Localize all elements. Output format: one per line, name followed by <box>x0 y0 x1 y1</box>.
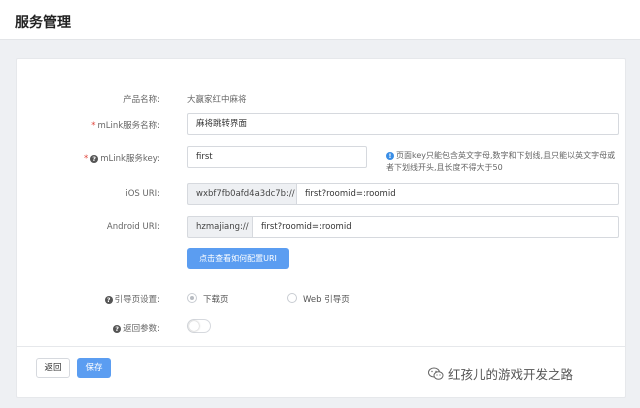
save-button[interactable]: 保存 <box>77 358 111 378</box>
toggle-knob <box>189 321 199 331</box>
radio-web-guide-page-label: Web 引导页 <box>303 295 350 305</box>
footer-divider <box>17 346 625 347</box>
product-name-label: 产品名称: <box>123 95 160 105</box>
service-key-hint-text: 页面key只能包含英文字母,数字和下划线,且只能以英文字母或者下划线开头,且长度… <box>386 151 616 172</box>
guide-page-label: 引导页设置: <box>114 295 160 305</box>
info-circle-icon: ! <box>386 152 394 160</box>
product-name-value: 大赢家红中麻将 <box>187 95 247 105</box>
watermark: 红孩儿的游戏开发之路 <box>428 364 573 383</box>
required-marker: * <box>91 121 96 131</box>
view-uri-config-button[interactable]: 点击查看如何配置URI <box>187 248 289 269</box>
service-key-input[interactable]: first <box>187 146 367 168</box>
ios-uri-input[interactable]: first?roomid=:roomid <box>296 183 619 205</box>
wechat-icon <box>428 367 444 380</box>
radio-web-guide-page[interactable] <box>287 293 297 303</box>
required-marker: * <box>83 154 89 164</box>
question-circle-icon[interactable]: ? <box>113 325 122 333</box>
question-circle-icon[interactable]: ? <box>90 155 99 163</box>
return-param-toggle[interactable] <box>187 319 211 333</box>
service-name-input[interactable]: 麻将跳转界面 <box>187 113 619 135</box>
guide-page-label-group: ? 引导页设置: <box>104 293 160 305</box>
radio-download-page-label: 下载页 <box>203 295 229 305</box>
service-key-label: mLink服务key: <box>100 154 160 164</box>
android-uri-input[interactable]: first?roomid=:roomid <box>252 216 619 238</box>
return-param-label: 返回参数: <box>123 324 160 334</box>
radio-download-page[interactable] <box>187 293 197 303</box>
service-key-label-group: *? mLink服务key: <box>84 152 160 164</box>
ios-uri-label: iOS URI: <box>125 189 160 199</box>
watermark-text: 红孩儿的游戏开发之路 <box>448 367 574 382</box>
return-param-label-group: ? 返回参数: <box>113 322 160 334</box>
ios-uri-scheme-prefix: wxbf7fb0afd4a3dc7b:// <box>187 183 296 205</box>
service-key-hint: ! 页面key只能包含英文字母,数字和下划线,且只能以英文字母或者下划线开头,且长… <box>386 150 622 174</box>
page-title: 服务管理 <box>15 15 71 31</box>
question-circle-icon[interactable]: ? <box>104 296 113 304</box>
android-uri-label: Android URI: <box>106 222 160 232</box>
service-name-label-group: * mLink服务名称: <box>91 119 160 131</box>
android-uri-scheme-prefix: hzmajiang:// <box>187 216 252 238</box>
service-name-label: mLink服务名称: <box>97 121 160 131</box>
page-header: 服务管理 <box>0 0 640 40</box>
back-button[interactable]: 返回 <box>36 358 70 378</box>
